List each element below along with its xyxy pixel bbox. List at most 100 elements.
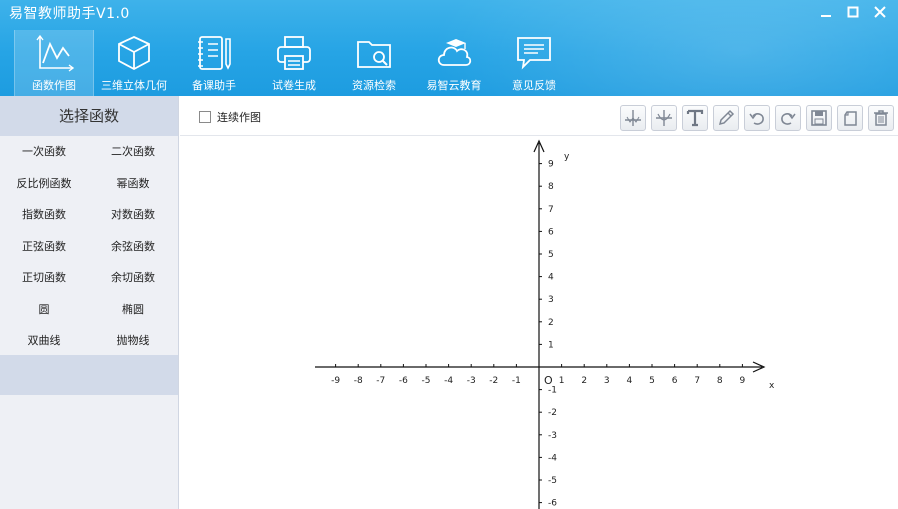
maximize-icon — [847, 6, 859, 18]
function-quadratic[interactable]: 二次函数 — [88, 136, 178, 168]
main-toolbar: 函数作图 三维立体几何 备课助手 试卷生成 资源检索 易智云教育 意见反馈 — [14, 30, 574, 96]
cube-icon — [118, 36, 150, 71]
axis-alt-button[interactable] — [651, 105, 677, 131]
y-tick-label: 9 — [548, 160, 554, 170]
text-button[interactable] — [682, 105, 708, 131]
function-list: 一次函数 二次函数 反比例函数 幂函数 指数函数 对数函数 正弦函数 余弦函数 … — [0, 136, 178, 357]
drawing-toolbar: 连续作图 — [180, 96, 898, 136]
x-tick-label: 7 — [694, 376, 700, 386]
tool-label: 易智云教育 — [426, 79, 482, 92]
continuous-draw-checkbox[interactable] — [199, 111, 211, 123]
function-tangent[interactable]: 正切函数 — [0, 262, 88, 294]
undo-button[interactable] — [744, 105, 770, 131]
function-graph-icon — [36, 34, 75, 72]
x-tick-label: 3 — [604, 376, 610, 386]
function-logarithmic[interactable]: 对数函数 — [88, 199, 178, 231]
close-icon — [874, 6, 886, 18]
axis-button[interactable] — [620, 105, 646, 131]
tool-cloud-education[interactable]: 易智云教育 — [414, 30, 494, 96]
x-tick-label: -8 — [354, 376, 363, 386]
x-tick-label: 4 — [627, 376, 633, 386]
function-inverse-proportion[interactable]: 反比例函数 — [0, 168, 88, 200]
function-cosine[interactable]: 余弦函数 — [88, 231, 178, 263]
tool-label: 函数作图 — [32, 79, 76, 92]
tool-label: 试卷生成 — [272, 79, 316, 92]
y-tick-label: -5 — [548, 476, 557, 486]
x-tick-label: -2 — [489, 376, 498, 386]
copy-icon — [844, 111, 857, 126]
printer-icon — [277, 36, 311, 70]
folder-search-icon — [357, 41, 391, 68]
x-axis-label: x — [769, 381, 775, 391]
save-button[interactable] — [806, 105, 832, 131]
minimize-icon — [821, 15, 831, 17]
maximize-button[interactable] — [842, 2, 864, 22]
x-tick-label: 9 — [740, 376, 746, 386]
undo-icon — [749, 113, 764, 125]
function-sine[interactable]: 正弦函数 — [0, 231, 88, 263]
copy-button[interactable] — [837, 105, 863, 131]
tool-3d-geometry[interactable]: 三维立体几何 — [94, 30, 174, 96]
save-icon — [811, 110, 827, 126]
x-tick-label: 6 — [672, 376, 678, 386]
y-tick-label: 3 — [548, 295, 554, 305]
pencil-button[interactable] — [713, 105, 739, 131]
x-tick-label: -7 — [376, 376, 385, 386]
axis-ticks: -9 -8 -7 -6 -5 -4 -3 -2 -1 1 2 3 4 5 6 7 8 9987654321-1-2… — [331, 160, 745, 509]
function-circle[interactable]: 圆 — [0, 294, 88, 326]
x-tick-label: -4 — [444, 376, 453, 386]
y-tick-label: 2 — [548, 318, 554, 328]
tool-feedback[interactable]: 意见反馈 — [494, 30, 574, 96]
y-tick-label: -2 — [548, 408, 557, 418]
function-parabola[interactable]: 抛物线 — [88, 325, 178, 357]
tool-function-graph[interactable]: 函数作图 — [14, 30, 94, 96]
y-tick-label: -6 — [548, 499, 557, 509]
y-axis — [533, 139, 545, 509]
cloud-cap-icon — [437, 39, 472, 66]
text-icon — [686, 109, 704, 127]
x-tick-label: 5 — [649, 376, 655, 386]
continuous-draw-label: 连续作图 — [217, 111, 261, 124]
close-button[interactable] — [869, 2, 891, 22]
x-tick-label: 1 — [559, 376, 565, 386]
origin-label: O — [544, 374, 553, 387]
y-tick-label: 7 — [548, 205, 554, 215]
function-exponential[interactable]: 指数函数 — [0, 199, 88, 231]
function-ellipse[interactable]: 椭圆 — [88, 294, 178, 326]
y-tick-label: 5 — [548, 250, 554, 260]
function-linear[interactable]: 一次函数 — [0, 136, 88, 168]
x-tick-label: 2 — [581, 376, 587, 386]
coordinate-plane: -9 -8 -7 -6 -5 -4 -3 -2 -1 1 2 3 4 5 6 7 8 9987654321-1-2… — [315, 139, 775, 509]
function-cotangent[interactable]: 余切函数 — [88, 262, 178, 294]
minimize-button[interactable] — [815, 2, 837, 22]
function-power[interactable]: 幂函数 — [88, 168, 178, 200]
y-tick-label: 8 — [548, 182, 554, 192]
tool-exam-generate[interactable]: 试卷生成 — [254, 30, 334, 96]
continuous-draw-option[interactable]: 连续作图 — [199, 109, 261, 125]
y-tick-label: 6 — [548, 227, 554, 237]
delete-button[interactable] — [868, 105, 894, 131]
function-hyperbola[interactable]: 双曲线 — [0, 325, 88, 357]
tool-lesson-prep[interactable]: 备课助手 — [174, 30, 254, 96]
x-tick-label: -6 — [399, 376, 408, 386]
axis-icon — [625, 110, 641, 126]
x-tick-label: 8 — [717, 376, 723, 386]
x-tick-label: -5 — [422, 376, 431, 386]
y-tick-label: 4 — [548, 273, 554, 283]
x-tick-label: -3 — [467, 376, 476, 386]
pencil-icon — [718, 109, 735, 126]
app-title: 易智教师助手V1.0 — [9, 6, 130, 22]
tool-label: 备课助手 — [192, 79, 236, 92]
feedback-icon — [517, 37, 551, 70]
axis-alt-icon — [656, 110, 672, 126]
tool-resource-search[interactable]: 资源检索 — [334, 30, 414, 96]
sidebar-band — [0, 355, 178, 395]
x-tick-label: -9 — [331, 376, 340, 386]
sidebar-title: 选择函数 — [0, 96, 178, 136]
graph-canvas[interactable]: -9 -8 -7 -6 -5 -4 -3 -2 -1 1 2 3 4 5 6 7 8 9 9 8 7 6 5 4 3 2 1 -1 -2… — [180, 137, 898, 509]
redo-button[interactable] — [775, 105, 801, 131]
y-axis-label: y — [564, 152, 570, 162]
function-sidebar: 选择函数 一次函数 二次函数 反比例函数 幂函数 指数函数 对数函数 正弦函数 … — [0, 96, 179, 509]
title-bar: 易智教师助手V1.0 函数作图 三维立体几何 备课助手 试卷生成 资源检索 易智… — [0, 0, 898, 96]
tool-label: 意见反馈 — [512, 79, 556, 92]
